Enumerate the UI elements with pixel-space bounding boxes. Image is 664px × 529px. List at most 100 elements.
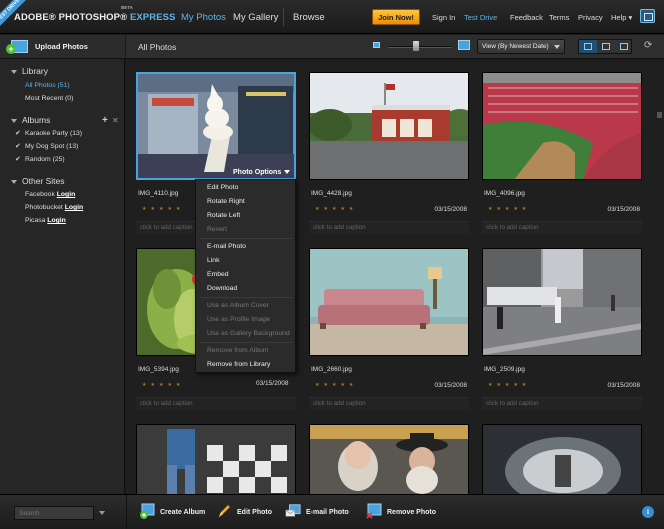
sidebar-item-karaoke-party[interactable]: Karaoke Party (13): [25, 130, 82, 137]
terms-link[interactable]: Terms: [549, 13, 569, 22]
tab-my-photos[interactable]: My Photos: [181, 12, 226, 23]
upload-icon: [6, 40, 28, 54]
photo-filename: IMG_4110.jpg: [138, 190, 179, 197]
sidebar-item-most-recent[interactable]: Most Recent (0): [25, 95, 73, 102]
sort-dropdown[interactable]: View (By Newest Date): [477, 39, 565, 54]
app-logo[interactable]: ADOBE® PHOTOSHOP® EXPRESS: [14, 12, 176, 23]
large-thumbnail-icon[interactable]: [458, 40, 470, 50]
grid-view-icon[interactable]: [579, 40, 597, 53]
menu-item-email-photo[interactable]: E-mail Photo: [207, 243, 246, 250]
menu-item-remove-library[interactable]: Remove from Library: [207, 361, 270, 368]
menu-item-link[interactable]: Link: [207, 257, 219, 264]
library-section-toggle[interactable]: Library: [11, 66, 48, 76]
menu-item-revert: Revert: [207, 226, 228, 233]
refresh-icon[interactable]: ⟳: [644, 40, 652, 51]
join-now-button[interactable]: Join Now!: [372, 9, 420, 25]
nav-divider: [283, 8, 284, 26]
sidebar: Upload Photos Library All Photos (51) Mo…: [0, 35, 125, 494]
chevron-down-icon: [554, 45, 560, 49]
rating-stars[interactable]: ★★★★★: [315, 206, 357, 212]
tile-view-icon[interactable]: [597, 40, 615, 53]
info-icon[interactable]: i: [642, 506, 654, 518]
menu-divider: [200, 238, 293, 239]
photo-thumbnail[interactable]: [482, 248, 642, 356]
menu-item-edit-photo[interactable]: Edit Photo: [207, 184, 238, 191]
fullscreen-icon[interactable]: [640, 9, 655, 23]
upload-label: Upload Photos: [35, 42, 88, 51]
photo-date: 03/15/2008: [434, 382, 467, 389]
menu-divider: [200, 297, 293, 298]
photo-thumbnail[interactable]: [482, 72, 642, 180]
toolbar-divider: [126, 495, 127, 529]
sidebar-item-all-photos[interactable]: All Photos (51): [25, 82, 70, 89]
help-menu[interactable]: Help ▾: [611, 13, 632, 22]
site-name: Picasa: [25, 217, 46, 224]
photo-thumbnail[interactable]: [309, 248, 469, 356]
email-photo-label: E-mail Photo: [306, 509, 349, 516]
search-input[interactable]: [14, 506, 94, 520]
rating-stars[interactable]: ★★★★★: [142, 382, 184, 388]
small-thumbnail-icon[interactable]: [373, 42, 380, 48]
brand-name: ADOBE® PHOTOSHOP®: [14, 12, 128, 23]
brand-express: EXPRESS: [129, 12, 176, 23]
privacy-link[interactable]: Privacy: [578, 13, 603, 22]
caption-field[interactable]: click to add caption: [482, 397, 642, 410]
rating-stars[interactable]: ★★★★★: [315, 382, 357, 388]
menu-item-remove-album: Remove from Album: [207, 347, 269, 354]
email-icon: [285, 504, 301, 517]
menu-item-download[interactable]: Download: [207, 285, 237, 292]
menu-item-rotate-right[interactable]: Rotate Right: [207, 198, 245, 205]
sidebar-item-picasa: Picasa Login: [25, 217, 66, 224]
albums-section-toggle[interactable]: Albums: [11, 115, 50, 125]
scroll-right-icon[interactable]: [657, 112, 662, 118]
check-icon: ✔: [15, 130, 21, 137]
list-view-icon[interactable]: [615, 40, 633, 53]
sign-in-link[interactable]: Sign In: [432, 13, 455, 22]
slider-handle[interactable]: [413, 41, 419, 51]
delete-album-icon[interactable]: ✕: [112, 116, 119, 125]
create-album-icon: [140, 503, 155, 519]
sort-label: View (By Newest Date): [482, 43, 549, 50]
check-icon: ✔: [15, 143, 21, 150]
top-bar: TEST DRIVE ADOBE® PHOTOSHOP® EXPRESS BET…: [0, 0, 664, 34]
tab-browse[interactable]: Browse: [293, 12, 325, 23]
sidebar-item-random[interactable]: Random (25): [25, 156, 65, 163]
collapse-triangle-icon: [11, 179, 17, 184]
rating-stars[interactable]: ★★★★★: [142, 206, 184, 212]
pencil-icon: [218, 504, 231, 518]
check-icon: ✔: [15, 156, 21, 163]
upload-photos-button[interactable]: Upload Photos: [0, 35, 125, 59]
add-album-icon[interactable]: +: [102, 115, 108, 126]
site-name: Photobucket: [25, 204, 63, 211]
sidebar-item-my-dog-spot[interactable]: My Dog Spot (13): [25, 143, 78, 150]
caption-field[interactable]: click to add caption: [309, 221, 469, 234]
menu-item-profile-image: Use as Profile Image: [207, 316, 271, 323]
page-title: All Photos: [138, 42, 177, 52]
rating-stars[interactable]: ★★★★★: [488, 206, 530, 212]
picasa-login-link[interactable]: Login: [47, 217, 66, 224]
photobucket-login-link[interactable]: Login: [65, 204, 84, 211]
photo-thumbnail[interactable]: [309, 72, 469, 180]
caption-field[interactable]: click to add caption: [136, 397, 296, 410]
tab-my-gallery[interactable]: My Gallery: [233, 12, 278, 23]
site-name: Facebook: [25, 191, 55, 198]
photo-thumbnail[interactable]: Photo Options: [136, 72, 296, 180]
caption-field[interactable]: click to add caption: [482, 221, 642, 234]
photo-options-button[interactable]: Photo Options: [233, 169, 290, 176]
menu-item-embed[interactable]: Embed: [207, 271, 229, 278]
photo-thumbnail[interactable]: [482, 424, 642, 494]
menu-item-rotate-left[interactable]: Rotate Left: [207, 212, 240, 219]
caption-field[interactable]: click to add caption: [309, 397, 469, 410]
edit-photo-label: Edit Photo: [237, 509, 272, 516]
chevron-down-icon[interactable]: [99, 511, 105, 515]
remove-photo-icon: [366, 503, 382, 519]
photo-thumbnail[interactable]: [136, 424, 296, 494]
other-sites-section-toggle[interactable]: Other Sites: [11, 176, 65, 186]
thumbnail-size-slider[interactable]: [388, 46, 452, 48]
test-drive-link[interactable]: Test Drive: [464, 13, 497, 22]
rating-stars[interactable]: ★★★★★: [488, 382, 530, 388]
feedback-link[interactable]: Feedback: [510, 13, 543, 22]
photo-thumbnail[interactable]: [309, 424, 469, 494]
photo-options-menu: Edit Photo Rotate Right Rotate Left Reve…: [195, 179, 296, 373]
facebook-login-link[interactable]: Login: [57, 191, 76, 198]
